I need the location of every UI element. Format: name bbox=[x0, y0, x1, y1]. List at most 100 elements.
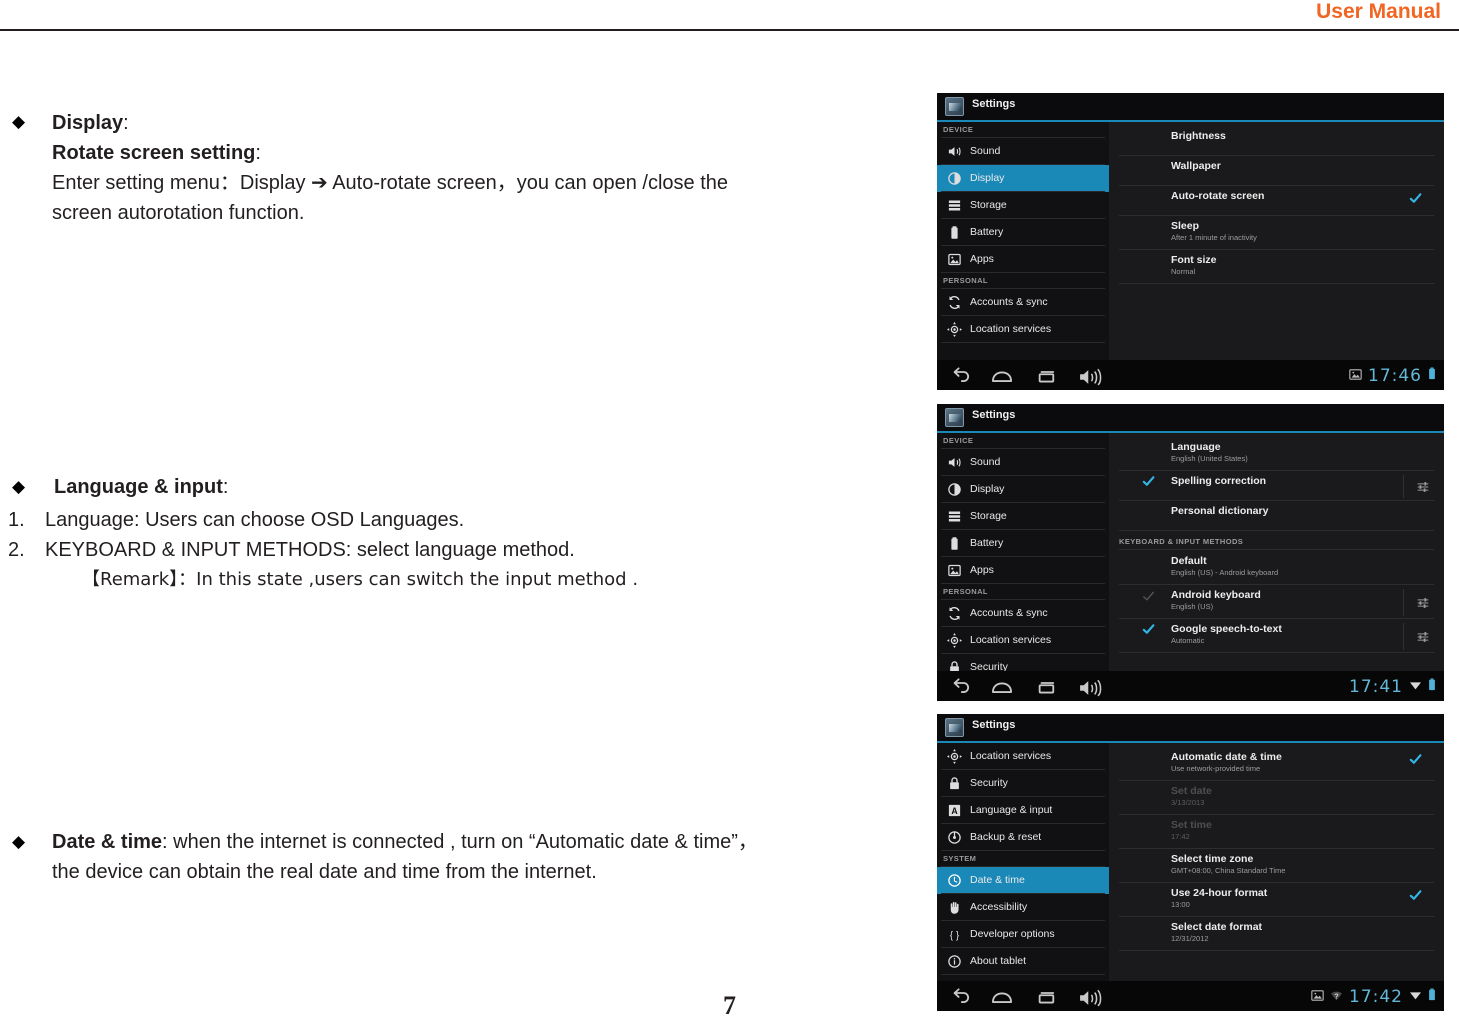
checkbox-checked-icon[interactable] bbox=[1409, 889, 1422, 902]
volume-icon[interactable] bbox=[1077, 988, 1105, 1011]
sidebar-item-backup-reset[interactable]: Backup & reset bbox=[937, 824, 1109, 851]
sidebar-item-language-input[interactable]: A Language & input bbox=[937, 797, 1109, 824]
sidebar-item-storage[interactable]: Storage bbox=[937, 503, 1109, 530]
sidebar-item-display[interactable]: Display bbox=[937, 476, 1109, 503]
checkbox-unchecked-icon[interactable] bbox=[1142, 590, 1155, 603]
content-row-spelling-correction[interactable]: Spelling correction bbox=[1109, 475, 1444, 501]
about-tablet-icon bbox=[947, 954, 962, 969]
sidebar-item-date-time[interactable]: Date & time bbox=[937, 867, 1109, 894]
sidebar-item-about-tablet[interactable]: About tablet bbox=[937, 948, 1109, 975]
recents-icon[interactable] bbox=[1033, 678, 1059, 701]
sidebar-group-system: SYSTEM bbox=[943, 854, 977, 863]
language-remark: 【Remark】：In this state ,users can switch… bbox=[82, 569, 639, 590]
row-separator bbox=[1403, 589, 1404, 616]
battery-icon bbox=[947, 225, 962, 240]
content-row-title: Set date bbox=[1171, 785, 1212, 797]
content-row-title: Auto-rotate screen bbox=[1171, 190, 1265, 202]
apps-icon bbox=[947, 563, 962, 578]
battery-status-icon bbox=[1428, 678, 1436, 696]
slider-settings-icon[interactable] bbox=[1416, 630, 1430, 644]
content-divider bbox=[1119, 185, 1434, 186]
sidebar-item-battery[interactable]: Battery bbox=[937, 219, 1109, 246]
sidebar-item-label: Apps bbox=[970, 564, 994, 576]
home-icon[interactable] bbox=[989, 678, 1015, 701]
sidebar-item-apps[interactable]: Apps bbox=[937, 557, 1109, 584]
sidebar-item-label: Storage bbox=[970, 199, 1007, 211]
sidebar-item-sound[interactable]: Sound bbox=[937, 138, 1109, 165]
slider-settings-icon[interactable] bbox=[1416, 480, 1430, 494]
display-line-2: screen autorotation function. bbox=[52, 202, 305, 224]
content-row-automatic-date-time[interactable]: Automatic date & time Use network-provide… bbox=[1109, 751, 1444, 781]
sidebar-item-security[interactable]: Security bbox=[937, 770, 1109, 797]
volume-icon[interactable] bbox=[1077, 678, 1105, 701]
sidebar-item-battery[interactable]: Battery bbox=[937, 530, 1109, 557]
content-row-font-size[interactable]: Font size Normal bbox=[1109, 254, 1444, 284]
back-icon[interactable] bbox=[947, 988, 973, 1011]
content-row-set-date[interactable]: Set date 3/13/2013 bbox=[1109, 785, 1444, 815]
list-number-2: 2. bbox=[8, 539, 25, 561]
settings-app-title: Settings bbox=[972, 409, 1016, 421]
settings-action-bar: Settings bbox=[937, 714, 1444, 741]
sidebar-item-label: Security bbox=[970, 777, 1008, 789]
home-icon[interactable] bbox=[989, 367, 1015, 390]
sidebar-group-personal: PERSONAL bbox=[943, 587, 988, 596]
android-navigation-bar: 17:46 bbox=[937, 360, 1444, 390]
content-row-wallpaper[interactable]: Wallpaper bbox=[1109, 160, 1444, 186]
settings-content-pane: Brightness Wallpaper Auto-rotate screen Sle… bbox=[1109, 122, 1444, 360]
content-row-auto-rotate-screen[interactable]: Auto-rotate screen bbox=[1109, 190, 1444, 216]
content-divider bbox=[1119, 618, 1434, 619]
status-area: 17:46 bbox=[1349, 366, 1436, 386]
sidebar-item-location-services[interactable]: Location services bbox=[937, 316, 1109, 343]
content-row-personal-dictionary[interactable]: Personal dictionary bbox=[1109, 505, 1444, 531]
sidebar-item-label: Display bbox=[970, 172, 1005, 184]
content-row-subtitle: English (United States) bbox=[1171, 454, 1248, 463]
battery-status-icon bbox=[1428, 988, 1436, 1006]
accounts-sync-icon bbox=[947, 606, 962, 621]
settings-sidebar[interactable]: DEVICE Sound Display Storage Battery Apps PERS… bbox=[937, 433, 1109, 671]
content-divider bbox=[1119, 500, 1434, 501]
content-row-select-time-zone[interactable]: Select time zone GMT+08:00, China Standar… bbox=[1109, 853, 1444, 883]
sidebar-item-apps[interactable]: Apps bbox=[937, 246, 1109, 273]
back-icon[interactable] bbox=[947, 678, 973, 701]
content-row-default[interactable]: Default English (US) - Android keyboard bbox=[1109, 555, 1444, 585]
sidebar-item-accessibility[interactable]: Accessibility bbox=[937, 894, 1109, 921]
sidebar-item-location-services[interactable]: Location services bbox=[937, 743, 1109, 770]
display-subheading: Rotate screen setting: bbox=[52, 142, 261, 164]
sidebar-item-sound[interactable]: Sound bbox=[937, 449, 1109, 476]
settings-sidebar[interactable]: DEVICE Sound Display Storage Battery Apps PERS… bbox=[937, 122, 1109, 360]
language-heading: Language & input: bbox=[54, 476, 229, 498]
content-row-subtitle: 3/13/2013 bbox=[1171, 798, 1205, 807]
sidebar-item-developer-options[interactable]: { } Developer options bbox=[937, 921, 1109, 948]
sidebar-item-location-services[interactable]: Location services bbox=[937, 627, 1109, 654]
sidebar-item-storage[interactable]: Storage bbox=[937, 192, 1109, 219]
content-row-sleep[interactable]: Sleep After 1 minute of inactivity bbox=[1109, 220, 1444, 250]
settings-sidebar[interactable]: Location services Security A Language & inp… bbox=[937, 743, 1109, 981]
sidebar-item-accounts-sync[interactable]: Accounts & sync bbox=[937, 600, 1109, 627]
home-icon[interactable] bbox=[989, 988, 1015, 1011]
content-divider bbox=[1119, 780, 1434, 781]
content-row-language[interactable]: Language English (United States) bbox=[1109, 441, 1444, 471]
screenshot-language-input-settings: Settings DEVICE Sound Display Storage Battery… bbox=[937, 404, 1444, 701]
storage-icon bbox=[947, 509, 962, 524]
checkbox-checked-icon[interactable] bbox=[1409, 753, 1422, 766]
checkbox-checked-icon[interactable] bbox=[1142, 475, 1155, 488]
checkbox-checked-icon[interactable] bbox=[1409, 192, 1422, 205]
content-row-select-date-format[interactable]: Select date format 12/31/2012 bbox=[1109, 921, 1444, 951]
recents-icon[interactable] bbox=[1033, 367, 1059, 390]
recents-icon[interactable] bbox=[1033, 988, 1059, 1011]
volume-icon[interactable] bbox=[1077, 367, 1105, 390]
svg-text:{ }: { } bbox=[950, 930, 960, 941]
sidebar-item-display[interactable]: Display bbox=[937, 165, 1109, 192]
checkbox-checked-icon[interactable] bbox=[1142, 623, 1155, 636]
back-icon[interactable] bbox=[947, 367, 973, 390]
battery-status-icon bbox=[1428, 367, 1436, 385]
content-row-use-24-hour-format[interactable]: Use 24-hour format 13:00 bbox=[1109, 887, 1444, 917]
content-row-set-time[interactable]: Set time 17:42 bbox=[1109, 819, 1444, 849]
slider-settings-icon[interactable] bbox=[1416, 596, 1430, 610]
sidebar-item-accounts-sync[interactable]: Accounts & sync bbox=[937, 289, 1109, 316]
content-row-google-speech-to-text[interactable]: Google speech-to-text Automatic bbox=[1109, 623, 1444, 653]
content-row-android-keyboard[interactable]: Android keyboard English (US) bbox=[1109, 589, 1444, 619]
content-row-brightness[interactable]: Brightness bbox=[1109, 130, 1444, 156]
content-row-subtitle: Normal bbox=[1171, 267, 1196, 276]
sidebar-item-security[interactable]: Security bbox=[937, 654, 1109, 671]
